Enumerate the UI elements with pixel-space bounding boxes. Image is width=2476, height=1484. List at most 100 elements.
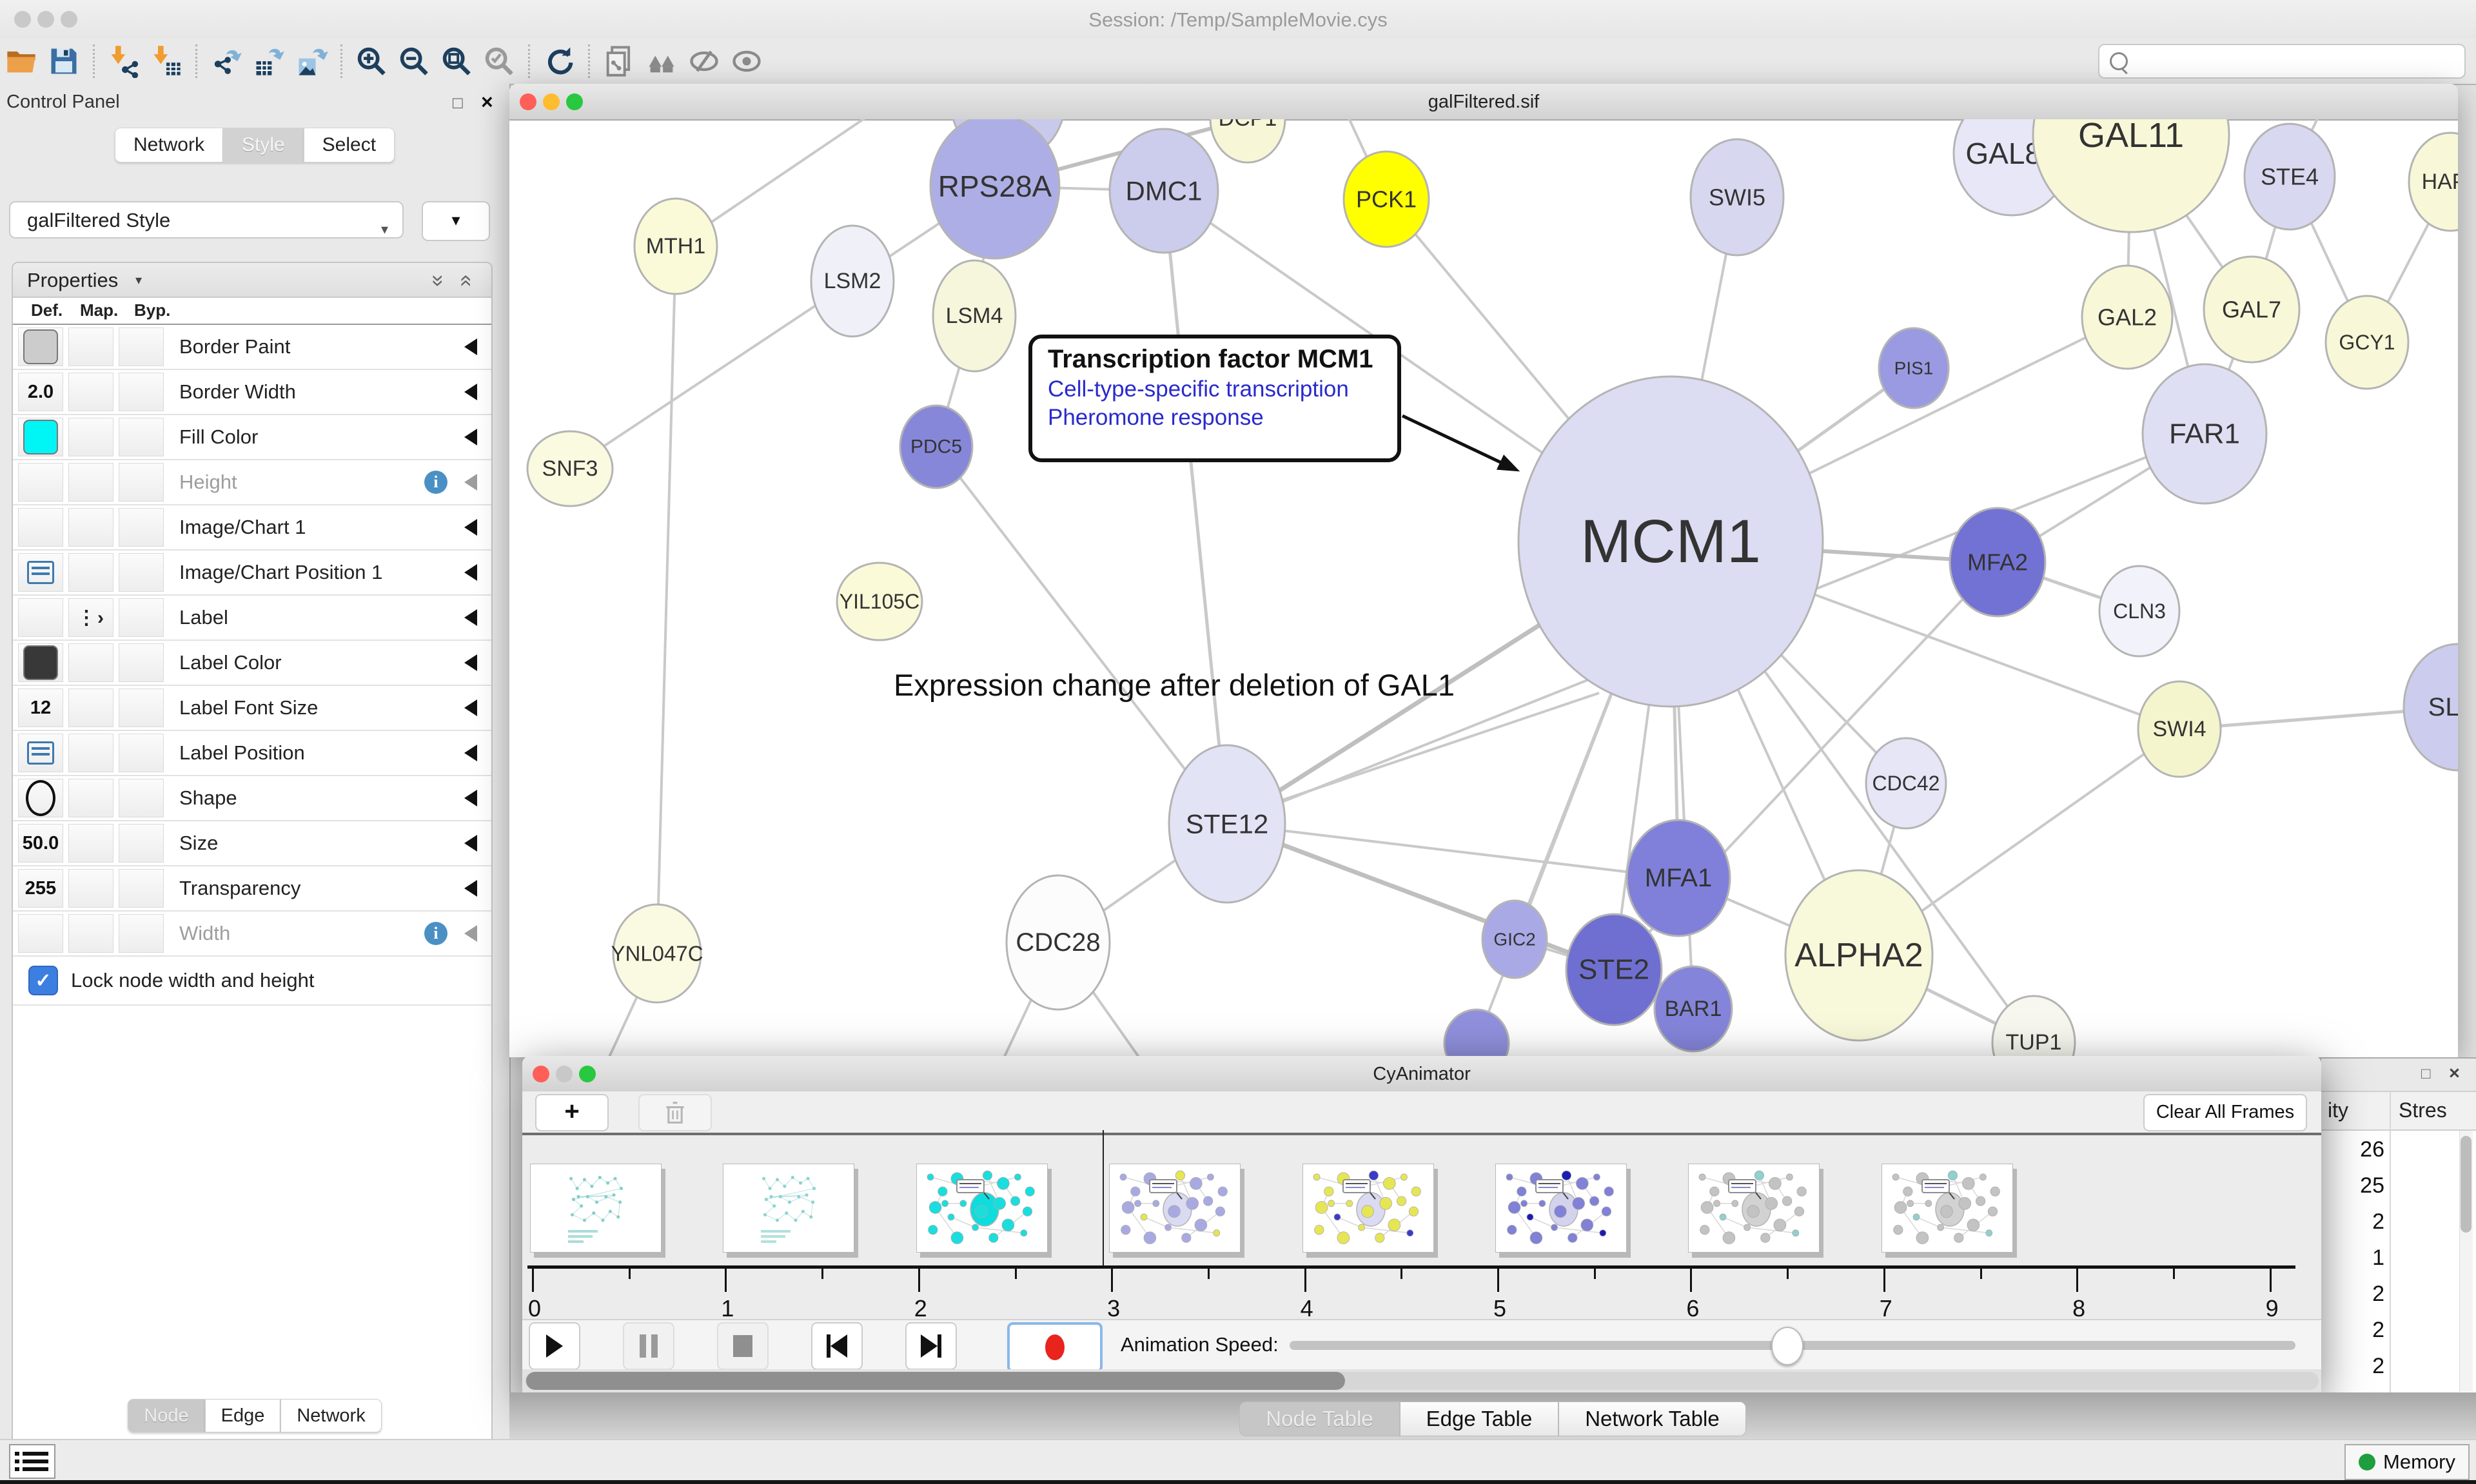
delete-frame-button[interactable] [638, 1094, 712, 1131]
default-value-cell[interactable] [18, 327, 63, 366]
info-icon[interactable]: i [424, 471, 447, 494]
property-row-border-width[interactable]: 2.0Border Width [13, 370, 491, 415]
network-node-yil105c[interactable]: YIL105C [837, 563, 922, 640]
style-options-button[interactable]: ▾ [422, 201, 490, 241]
mcm1-annotation[interactable]: Transcription factor MCM1 Cell-type-spec… [1028, 335, 1401, 462]
bypass-cell[interactable] [119, 327, 164, 366]
export-table-icon[interactable] [250, 42, 288, 81]
float-panel-icon[interactable]: □ [453, 93, 463, 113]
show-all-icon[interactable] [727, 42, 766, 81]
network-node-ste12[interactable]: STE12 [1169, 745, 1285, 903]
network-node-rps28a[interactable]: RPS28A [930, 119, 1059, 259]
table-cell-value[interactable]: 25 [2323, 1173, 2384, 1198]
default-value-cell[interactable] [18, 463, 63, 502]
network-node-tup1[interactable]: TUP1 [1992, 996, 2075, 1057]
network-node-gal2[interactable]: GAL2 [2082, 266, 2172, 369]
network-edge[interactable] [1269, 693, 1599, 805]
skip-end-button[interactable] [905, 1322, 957, 1370]
scrollbar-thumb[interactable] [526, 1372, 1345, 1390]
property-row-image-chart-1[interactable]: Image/Chart 1 [13, 505, 491, 551]
expand-arrow-icon[interactable] [464, 519, 477, 536]
network-caption[interactable]: Expression change after deletion of GAL1 [894, 667, 1455, 703]
mapping-cell[interactable] [68, 688, 113, 727]
clear-all-frames-button[interactable]: Clear All Frames [2143, 1094, 2307, 1131]
property-row-label-font-size[interactable]: 12Label Font Size [13, 686, 491, 731]
frame-thumbnail-6[interactable] [1688, 1164, 1820, 1253]
network-node-swi5[interactable]: SWI5 [1691, 139, 1783, 255]
property-row-image-chart-position-1[interactable]: Image/Chart Position 1 [13, 551, 491, 596]
collapse-all-icon[interactable]: « [454, 275, 479, 287]
network-node-gal11[interactable]: GAL11 [2033, 119, 2229, 232]
export-image-icon[interactable] [292, 42, 331, 81]
cyanimator-titlebar[interactable]: CyAnimator [522, 1056, 2321, 1093]
tab-style[interactable]: Style [223, 128, 304, 162]
info-icon[interactable]: i [424, 922, 447, 945]
network-edge[interactable] [570, 281, 852, 469]
frame-thumbnail-4[interactable] [1302, 1164, 1434, 1253]
skip-start-button[interactable] [811, 1322, 863, 1370]
default-value-cell[interactable] [18, 914, 63, 953]
zoom-fit-icon[interactable] [437, 42, 476, 81]
table-cell-value[interactable]: 2 [2323, 1354, 2384, 1379]
network-node-slt2[interactable]: SLT2 [2404, 644, 2458, 770]
expand-all-icon[interactable]: » [426, 275, 451, 287]
network-node-mfa1[interactable]: MFA1 [1627, 820, 1730, 936]
slider-thumb[interactable] [1771, 1327, 1803, 1365]
bypass-cell[interactable] [119, 373, 164, 411]
bypass-cell[interactable] [119, 688, 164, 727]
default-value-cell[interactable] [18, 734, 63, 772]
mapping-cell[interactable] [68, 824, 113, 863]
expand-arrow-icon[interactable] [464, 609, 477, 626]
property-row-shape[interactable]: Shape [13, 776, 491, 821]
network-node-lsm4[interactable]: LSM4 [933, 260, 1016, 371]
network-node-gal7[interactable]: GAL7 [2204, 257, 2299, 362]
expand-arrow-icon[interactable] [464, 654, 477, 671]
default-value-cell[interactable] [18, 779, 63, 817]
mapping-cell[interactable] [68, 508, 113, 547]
memory-button[interactable]: Memory [2344, 1444, 2470, 1480]
mapping-cell[interactable] [68, 643, 113, 682]
lock-size-checkbox[interactable]: ✓ [28, 966, 58, 995]
frame-thumbnail-1[interactable] [723, 1164, 854, 1253]
default-value-cell[interactable] [18, 418, 63, 456]
bypass-cell[interactable] [119, 463, 164, 502]
table-cell-value[interactable]: 26 [2323, 1137, 2384, 1162]
play-button[interactable] [529, 1322, 580, 1370]
table-cell-value[interactable]: 2 [2323, 1282, 2384, 1307]
tab-select[interactable]: Select [304, 128, 395, 162]
expand-arrow-icon[interactable] [464, 790, 477, 806]
expand-arrow-icon[interactable] [464, 564, 477, 581]
tab-network-table[interactable]: Network Table [1558, 1401, 1746, 1436]
bypass-cell[interactable] [119, 643, 164, 682]
expand-arrow-icon[interactable] [464, 429, 477, 445]
property-row-transparency[interactable]: 255Transparency [13, 866, 491, 912]
frames-timeline[interactable]: 0123456789Seconds [522, 1135, 2321, 1319]
network-node-pbcut[interactable] [1444, 1010, 1509, 1057]
network-node-ste2[interactable]: STE2 [1566, 914, 1662, 1025]
frame-thumbnail-3[interactable] [1109, 1164, 1241, 1253]
bypass-cell[interactable] [119, 734, 164, 772]
default-value-cell[interactable] [18, 643, 63, 682]
network-node-cdc42[interactable]: CDC42 [1866, 738, 1946, 828]
network-node-mcm1[interactable]: MCM1 [1518, 376, 1823, 707]
save-session-icon[interactable] [44, 42, 83, 81]
timeline-playhead[interactable] [1103, 1130, 1104, 1265]
style-selector[interactable]: galFiltered Style ▾ [9, 201, 404, 239]
network-node-ynl047c[interactable]: YNL047C [611, 904, 703, 1002]
mapping-cell[interactable] [68, 869, 113, 908]
timeline-scrollbar[interactable] [522, 1369, 2321, 1392]
mapping-cell[interactable]: ⋮› [68, 598, 113, 637]
property-row-label[interactable]: ⋮›Label [13, 596, 491, 641]
bypass-cell[interactable] [119, 869, 164, 908]
annotation-link-1[interactable]: Cell-type-specific transcription [1048, 376, 1397, 402]
expand-arrow-icon[interactable] [464, 835, 477, 852]
bypass-cell[interactable] [119, 553, 164, 592]
default-value-cell[interactable] [18, 598, 63, 637]
table-column-stress[interactable]: Stres [2399, 1098, 2447, 1122]
network-node-gic2[interactable]: GIC2 [1482, 901, 1547, 978]
zoom-out-icon[interactable] [395, 42, 433, 81]
table-header-row[interactable]: ity Stres [2321, 1091, 2476, 1131]
default-value-cell[interactable] [18, 553, 63, 592]
network-node-gcy1[interactable]: GCY1 [2326, 296, 2408, 389]
mapping-cell[interactable] [68, 914, 113, 953]
